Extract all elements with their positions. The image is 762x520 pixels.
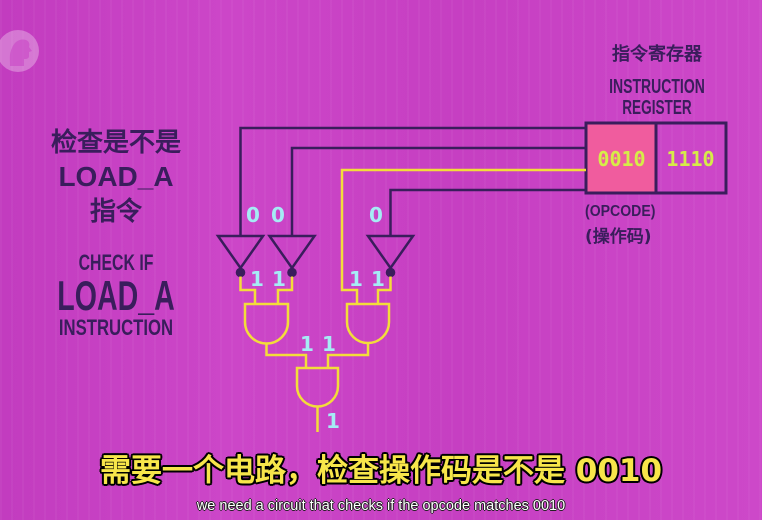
left-en-line-3: INSTRUCTION (58, 315, 174, 340)
register-operand-value: 1110 (666, 147, 715, 171)
bit-label-input-2: 0 (271, 203, 285, 227)
not-gate-2 (267, 234, 317, 271)
not-gate-1 (215, 234, 266, 271)
register-opcode-value: 0010 (597, 147, 646, 171)
and-gate-1 (243, 302, 290, 345)
wire-opcode-bit-2 (290, 146, 586, 236)
left-en-line-2: LOAD_A (57, 272, 175, 319)
left-zh-line-3: 指令 (89, 197, 142, 227)
video-frame: 检查是不是 LOAD_A 指令 CHECK IF LOAD_A INSTRUCT… (0, 0, 762, 520)
bit-label-not-4-out: 1 (371, 267, 385, 291)
bit-label-and-2-out: 1 (322, 332, 336, 356)
bit-label-input-4: 0 (369, 203, 383, 227)
and-gate-2 (345, 302, 391, 345)
opcode-label-zh: (操作码) (585, 227, 652, 247)
bit-label-and-1-out: 1 (300, 332, 314, 356)
bit-label-input-3: 1 (349, 267, 363, 291)
not-gate-2-bubble (287, 267, 297, 278)
wire-opcode-bit-4 (389, 188, 586, 236)
not-gate-3-bubble (385, 267, 396, 278)
bit-label-final-out: 1 (326, 409, 340, 433)
register-zh-title: 指令寄存器 (612, 44, 702, 65)
not-gate-1-bubble (235, 267, 246, 278)
left-zh-line-2: LOAD_A (58, 161, 174, 192)
and-gate-3 (295, 366, 340, 408)
subtitle-zh: 需要一个电路，检查操作码是不是 0010 (99, 453, 663, 489)
subtitle-en: we need a circuit that checks if the opc… (196, 498, 566, 514)
register-title-line-1: INSTRUCTION (609, 76, 705, 98)
opcode-label: (OPCODE) (585, 203, 656, 220)
register-title-line-2: REGISTER (622, 97, 692, 119)
left-zh-line-1: 检查是不是 (50, 128, 181, 158)
bit-label-not-1-out: 1 (250, 267, 264, 291)
bit-label-input-1: 0 (246, 203, 260, 227)
bit-label-not-2-out: 1 (272, 267, 286, 291)
not-gate-3 (365, 234, 416, 271)
